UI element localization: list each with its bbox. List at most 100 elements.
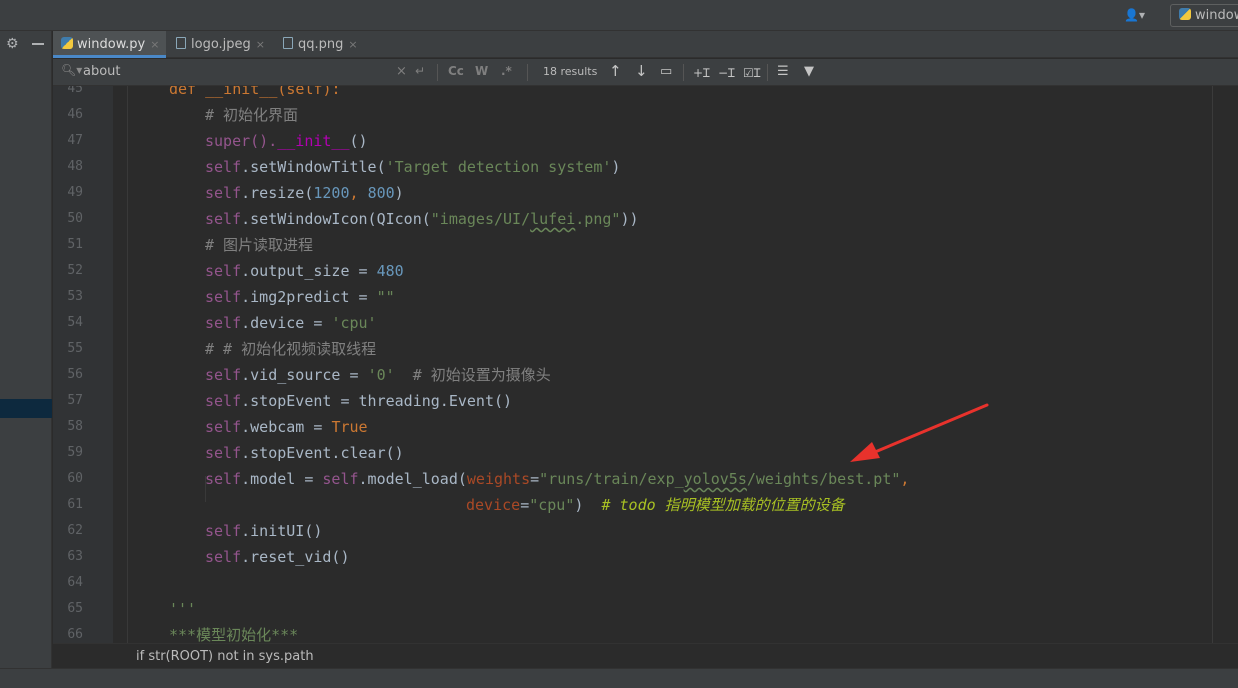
code-token: '0' — [367, 366, 395, 384]
code-editor[interactable]: def __init__(self): # 初始化界面 super().__in… — [113, 86, 1238, 643]
line-number: 54 — [67, 315, 83, 330]
code-token: .vid_source = — [241, 366, 368, 384]
add-occurrence-icon[interactable]: +Ɪ — [693, 64, 710, 81]
select-all-occurrences-icon[interactable]: ☑Ɪ — [743, 64, 760, 81]
line-number: 50 — [67, 211, 83, 226]
code-line-45: def __init__(self): — [169, 86, 341, 102]
match-case-button[interactable]: Cc — [448, 64, 464, 78]
separator — [527, 64, 528, 81]
next-occurrence-icon[interactable]: ↓ — [635, 62, 648, 80]
code-token: .setWindowIcon(QIcon( — [241, 210, 431, 228]
code-token: .img2predict = — [241, 288, 377, 306]
search-query: about — [83, 64, 121, 79]
run-config-label: window — [1195, 8, 1238, 23]
code-token: , — [900, 470, 910, 488]
code-token: self — [205, 444, 242, 462]
code-line-54: self.device = 'cpu' — [205, 310, 377, 336]
todo-comment: # todo 指明模型加载的位置的设备 — [601, 496, 845, 514]
previous-occurrence-icon[interactable]: ↑ — [609, 62, 622, 80]
line-number: 60 — [67, 471, 83, 486]
code-token: self — [205, 522, 242, 540]
line-number-gutter: 45 46 47 48 49 50 51 52 53 54 55 56 57 5… — [53, 86, 113, 643]
code-token: super(). — [205, 132, 278, 150]
code-token: self — [205, 470, 242, 488]
tab-qq-png[interactable]: qq.png × — [275, 31, 365, 58]
close-icon[interactable]: × — [150, 38, 159, 51]
filter-icon[interactable]: ▼ — [804, 64, 814, 79]
comment: # 图片读取进程 — [205, 236, 314, 254]
user-dropdown-icon[interactable]: 👤▾ — [1124, 8, 1154, 24]
line-number: 53 — [67, 289, 83, 304]
python-file-icon — [61, 37, 73, 49]
run-configuration-selector[interactable]: window — [1170, 4, 1238, 27]
indent-guide — [127, 86, 128, 643]
close-icon[interactable]: × — [348, 38, 357, 51]
breadcrumb: if str(ROOT) not in sys.path — [53, 643, 1238, 668]
gear-icon[interactable]: ⚙ — [6, 36, 19, 52]
code-line-62: self.initUI() — [205, 518, 322, 544]
line-number: 65 — [67, 601, 83, 616]
search-results-count: 18 results — [543, 65, 598, 78]
line-number: 56 — [67, 367, 83, 382]
code-token: True — [331, 418, 368, 436]
code-token: self — [205, 392, 242, 410]
line-number: 52 — [67, 263, 83, 278]
code-token: .webcam = — [241, 418, 332, 436]
code-token: device — [466, 496, 521, 514]
code-token: self — [205, 158, 242, 176]
line-number: 62 — [67, 523, 83, 538]
code-token: "runs/train/exp_ — [539, 470, 684, 488]
code-token: self — [205, 366, 242, 384]
whole-words-button[interactable]: W — [475, 64, 488, 78]
code-token: , — [349, 184, 368, 202]
status-bar — [0, 668, 1238, 688]
code-token: /weights/best.pt" — [746, 470, 901, 488]
tab-window-py[interactable]: window.py × — [53, 31, 166, 58]
image-file-icon — [283, 37, 293, 49]
options-icon[interactable]: ☰ — [777, 64, 789, 79]
code-token: .stopEvent.clear() — [241, 444, 404, 462]
minimize-icon[interactable] — [32, 43, 44, 45]
line-number: 57 — [67, 393, 83, 408]
line-number: 59 — [67, 445, 83, 460]
close-icon[interactable]: × — [256, 38, 265, 51]
search-icon[interactable]: 🔍︎▾ — [61, 63, 82, 77]
code-token: .stopEvent = threading.Event() — [241, 392, 513, 410]
search-input[interactable]: 🔍︎▾ about — [55, 60, 441, 84]
line-number: 45 — [67, 86, 83, 96]
separator — [767, 64, 768, 81]
separator — [683, 64, 684, 81]
code-token: self — [205, 418, 242, 436]
breadcrumb-item[interactable]: if str(ROOT) not in sys.path — [136, 649, 314, 664]
code-line-56: self.vid_source = '0' # 初始设置为摄像头 — [205, 362, 551, 388]
code-token: self — [205, 548, 242, 566]
code-token: .resize( — [241, 184, 314, 202]
code-token: .device = — [241, 314, 332, 332]
code-token: yolov5s — [683, 470, 747, 488]
filter-popup-icon[interactable]: ▭ — [660, 64, 672, 79]
clear-search-icon[interactable]: × — [396, 64, 407, 79]
code-token: self — [205, 314, 242, 332]
code-line-48: self.setWindowTitle('Target detection sy… — [205, 154, 620, 180]
code-token: 1200 — [313, 184, 350, 202]
code-token: __init__ — [277, 132, 350, 150]
remove-occurrence-icon[interactable]: −Ɪ — [718, 64, 735, 81]
code-line-61: device="cpu") # todo 指明模型加载的位置的设备 — [466, 492, 845, 518]
code-token: .initUI() — [241, 522, 323, 540]
right-margin-guide — [1212, 86, 1213, 643]
code-line-57: self.stopEvent = threading.Event() — [205, 388, 512, 414]
comment: # # 初始化视频读取线程 — [205, 340, 377, 358]
code-line-46: # 初始化界面 — [205, 102, 298, 128]
code-line-59: self.stopEvent.clear() — [205, 440, 404, 466]
line-number: 47 — [67, 133, 83, 148]
code-token: self — [322, 470, 359, 488]
code-line-49: self.resize(1200, 800) — [205, 180, 404, 206]
separator — [437, 64, 438, 81]
new-line-icon[interactable]: ↵ — [415, 64, 425, 78]
code-token: "cpu" — [529, 496, 575, 514]
tab-logo-jpeg[interactable]: logo.jpeg × — [168, 31, 272, 58]
line-number: 58 — [67, 419, 83, 434]
code-token: .reset_vid() — [241, 548, 350, 566]
regex-button[interactable]: .* — [501, 64, 512, 78]
image-file-icon — [176, 37, 186, 49]
